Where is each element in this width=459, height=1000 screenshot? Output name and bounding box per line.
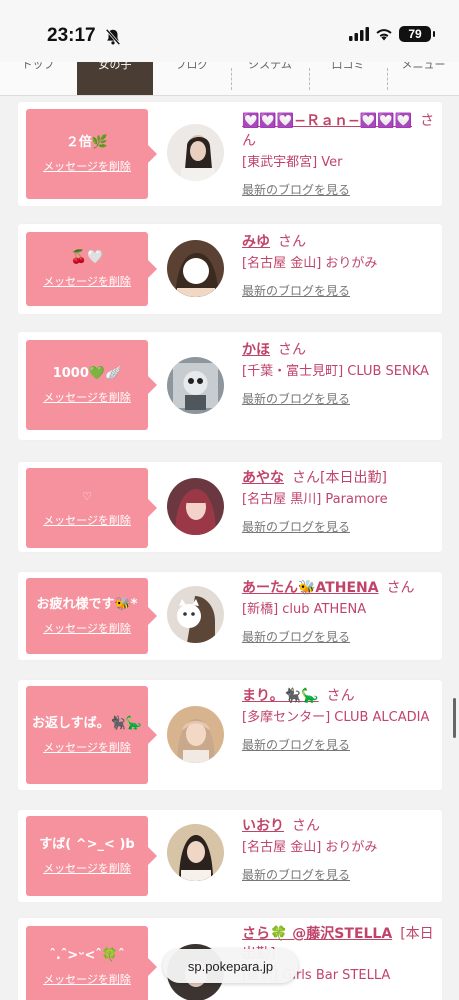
message-bubble: ♡ メッセージを削除	[26, 468, 157, 548]
tab-bar: トップ 女の子 ブログ システム 口コミ メニュー	[0, 62, 459, 96]
message-text: ˆ.ˆ>ᵕ<ˆ🍀ˆ	[49, 948, 125, 963]
delete-message-link[interactable]: メッセージを削除	[43, 512, 131, 528]
avatar[interactable]	[167, 478, 224, 535]
honorific: さん	[292, 818, 320, 834]
avatar[interactable]	[167, 586, 224, 643]
message-text: お疲れ様です🐝*	[36, 597, 138, 612]
shop-label: [名古屋 黒川] Paramore	[242, 492, 388, 507]
status-bar: 23:17 79	[0, 0, 459, 62]
tab-top[interactable]: トップ	[0, 62, 76, 95]
message-bubble: お疲れ様です🐝* メッセージを削除	[26, 578, 157, 654]
list-item: お返しすば。🐈‍⬛🦕 メッセージを削除 まり。🐈‍⬛🦕 さん [多摩センター] C…	[18, 680, 442, 790]
list-item: 1000💚🪽 メッセージを削除 かほ さん [千葉・富士見町] CLUB SENK…	[18, 332, 442, 440]
delete-message-link[interactable]: メッセージを削除	[43, 620, 131, 636]
bell-off-icon	[105, 28, 121, 46]
girl-name-link[interactable]: さら🍀 @藤沢STELLA	[242, 926, 392, 942]
message-text: 1000💚🪽	[52, 366, 122, 381]
list-item: 🍒🤍 メッセージを削除 みゆ さん [名古屋 金山] おりがみ 最新のブログを見る	[18, 224, 442, 314]
shop-label: [千葉・富士見町] CLUB SENKA	[242, 364, 429, 379]
latest-blog-link[interactable]: 最新のブログを見る	[242, 518, 350, 535]
avatar[interactable]	[167, 824, 224, 881]
girl-name-link[interactable]: あやな	[242, 470, 284, 486]
avatar[interactable]	[167, 357, 224, 414]
honorific: さん	[278, 342, 306, 358]
latest-blog-link[interactable]: 最新のブログを見る	[242, 866, 350, 883]
latest-blog-link[interactable]: 最新のブログを見る	[242, 736, 350, 753]
girl-name-link[interactable]: みゆ	[242, 234, 270, 250]
shop-label: [多摩センター] CLUB ALCADIA	[242, 710, 430, 725]
tab-girls[interactable]: 女の子	[77, 62, 153, 95]
message-bubble: すば( ^>_< )b メッセージを削除	[26, 816, 157, 896]
list-item: ２倍🌿 メッセージを削除 💟💟💟−Ｒａｎ−💟💟💟 さん [東武宇都宮] Ver 最…	[18, 102, 442, 206]
message-bubble: お返しすば。🐈‍⬛🦕 メッセージを削除	[26, 686, 157, 784]
status-time: 23:17	[47, 25, 96, 46]
latest-blog-link[interactable]: 最新のブログを見る	[242, 282, 350, 299]
honorific: さん	[386, 580, 415, 596]
battery-indicator: 79	[399, 26, 435, 42]
latest-blog-link[interactable]: 最新のブログを見る	[242, 628, 350, 645]
wifi-icon	[376, 29, 392, 41]
girl-name-link[interactable]: いおり	[242, 818, 284, 834]
delete-message-link[interactable]: メッセージを削除	[43, 273, 131, 289]
avatar[interactable]	[167, 240, 224, 297]
avatar[interactable]	[167, 706, 224, 763]
tab-blog[interactable]: ブログ	[154, 62, 230, 95]
message-bubble: ２倍🌿 メッセージを削除	[26, 109, 157, 199]
avatar[interactable]	[167, 124, 224, 181]
message-text: 🍒🤍	[70, 250, 104, 265]
list-item: ♡ メッセージを削除 あやな さん[本日出勤] [名古屋 黒川] Paramore…	[18, 462, 442, 552]
tab-system[interactable]: システム	[232, 62, 308, 95]
girl-name-link[interactable]: あーたん🐝ATHENA	[242, 580, 379, 596]
message-text: ♡	[82, 490, 92, 503]
shop-label: [東武宇都宮] Ver	[242, 155, 343, 170]
girl-name-link[interactable]: まり。🐈‍⬛🦕	[242, 688, 319, 704]
message-text: お返しすば。🐈‍⬛🦕	[31, 716, 143, 731]
tab-reviews[interactable]: 口コミ	[310, 62, 386, 95]
honorific: さん[本日出勤]	[292, 470, 387, 486]
honorific: さん	[326, 688, 355, 704]
message-bubble: 1000💚🪽 メッセージを削除	[26, 340, 157, 430]
shop-label: [新橋] club ATHENA	[242, 602, 367, 617]
latest-blog-link[interactable]: 最新のブログを見る	[242, 390, 350, 407]
delete-message-link[interactable]: メッセージを削除	[43, 971, 131, 987]
shop-label: [名古屋 金山] おりがみ	[242, 256, 378, 271]
message-text: すば( ^>_< )b	[39, 837, 135, 852]
tab-menu[interactable]: メニュー	[388, 62, 459, 95]
message-bubble: 🍒🤍 メッセージを削除	[26, 232, 157, 306]
shop-label: [名古屋 金山] おりがみ	[242, 840, 378, 855]
delete-message-link[interactable]: メッセージを削除	[43, 860, 131, 876]
delete-message-link[interactable]: メッセージを削除	[43, 739, 131, 755]
honorific: さん	[278, 234, 306, 250]
girl-name-link[interactable]: 💟💟💟−Ｒａｎ−💟💟💟	[242, 113, 412, 129]
girl-name-link[interactable]: かほ	[242, 342, 270, 358]
url-bar[interactable]: sp.pokepara.jp	[163, 949, 298, 983]
latest-blog-link[interactable]: 最新のブログを見る	[242, 181, 350, 198]
signal-icon	[349, 27, 369, 41]
message-bubble: ˆ.ˆ>ᵕ<ˆ🍀ˆ メッセージを削除	[26, 926, 157, 1000]
message-text: ２倍🌿	[65, 135, 109, 150]
delete-message-link[interactable]: メッセージを削除	[43, 158, 131, 174]
scrollbar[interactable]	[453, 698, 456, 738]
delete-message-link[interactable]: メッセージを削除	[43, 389, 131, 405]
list-item: お疲れ様です🐝* メッセージを削除 あーたん🐝ATHENA さん [新橋] clu…	[18, 572, 442, 660]
list-item: すば( ^>_< )b メッセージを削除 いおり さん [名古屋 金山] おりがみ…	[18, 810, 442, 902]
